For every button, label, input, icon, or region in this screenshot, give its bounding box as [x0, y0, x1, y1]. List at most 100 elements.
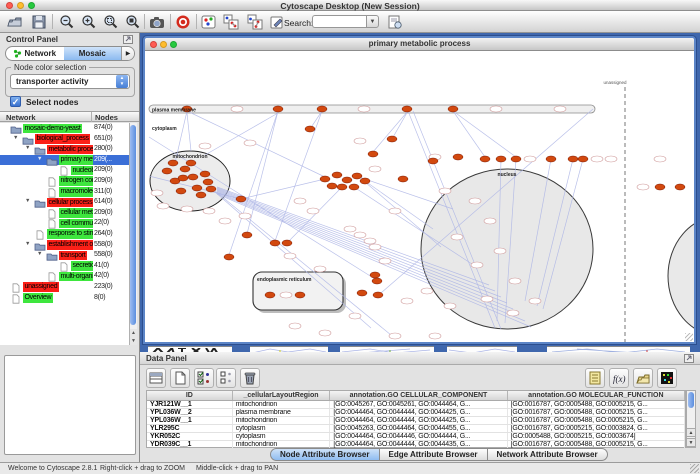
- matrix-icon[interactable]: [657, 368, 677, 388]
- network-node[interactable]: [471, 262, 483, 268]
- selected-network-node[interactable]: [352, 173, 362, 179]
- table-cell[interactable]: YDR039C__1: [147, 441, 233, 448]
- selected-network-node[interactable]: [342, 177, 352, 183]
- selected-network-node[interactable]: [370, 272, 380, 278]
- selected-network-node[interactable]: [186, 160, 196, 166]
- column-network[interactable]: Network: [6, 113, 36, 122]
- network-node[interactable]: [389, 208, 401, 214]
- scroll-down-icon[interactable]: ▼: [129, 337, 137, 345]
- selected-network-node[interactable]: [168, 160, 178, 166]
- network-node[interactable]: [484, 218, 496, 224]
- network-node[interactable]: [637, 184, 649, 190]
- selected-network-node[interactable]: [270, 240, 280, 246]
- table-row[interactable]: YJR121W__1mitochondrion[GO:0045267, GO:0…: [147, 401, 685, 409]
- network-node[interactable]: [284, 253, 296, 259]
- tree-row[interactable]: ▼establishment of lo558(0): [0, 240, 129, 251]
- network-node[interactable]: [181, 206, 193, 212]
- network-edge[interactable]: [453, 111, 516, 157]
- scroll-up-icon[interactable]: ▲: [686, 428, 696, 437]
- disclosure-triangle-icon[interactable]: ▼: [37, 251, 45, 257]
- table-cell[interactable]: [GO:0044464, GO:0044444, GO:0044425, G..…: [330, 409, 507, 416]
- table-cell[interactable]: mitochondrion: [233, 401, 331, 408]
- selected-network-node[interactable]: [372, 278, 382, 284]
- selected-network-node[interactable]: [192, 185, 202, 191]
- network-node[interactable]: [239, 213, 251, 219]
- app-resize-grip[interactable]: [690, 464, 699, 473]
- network-edge[interactable]: [229, 111, 278, 255]
- network-node[interactable]: [469, 198, 481, 204]
- network-window-titlebar[interactable]: primary metabolic process: [145, 38, 694, 51]
- scroll-down-icon[interactable]: ▼: [686, 438, 696, 447]
- open-folder-icon[interactable]: [6, 13, 24, 31]
- selected-network-node[interactable]: [282, 240, 292, 246]
- selected-network-node[interactable]: [242, 232, 252, 238]
- selected-network-node[interactable]: [332, 172, 342, 178]
- selected-network-node[interactable]: [188, 174, 198, 180]
- network-node[interactable]: [389, 333, 401, 339]
- selected-network-node[interactable]: [206, 186, 216, 192]
- more-tabs-icon[interactable]: ▶: [121, 47, 134, 60]
- network-node[interactable]: [354, 138, 366, 144]
- selected-network-node[interactable]: [295, 292, 305, 298]
- tree-scrollbar-thumb[interactable]: [130, 125, 136, 325]
- network-edge[interactable]: [453, 111, 485, 157]
- network-edge[interactable]: [392, 111, 408, 139]
- network-node[interactable]: [319, 330, 331, 336]
- network-node[interactable]: [524, 156, 536, 162]
- tree-row[interactable]: ▼metabolic process280(0): [0, 144, 129, 155]
- selected-network-node[interactable]: [387, 136, 397, 142]
- tab-edge-attribute-browser[interactable]: Edge Attribute Browser: [380, 448, 488, 461]
- network-node[interactable]: [358, 106, 370, 112]
- save-icon[interactable]: [30, 13, 48, 31]
- selected-network-node[interactable]: [568, 156, 578, 162]
- column-header[interactable]: annotation.GO MOLECULAR_FUNCTION: [508, 391, 685, 400]
- tab-network[interactable]: Network: [6, 47, 64, 60]
- network-node[interactable]: [605, 156, 617, 162]
- help-ring-icon[interactable]: [174, 13, 192, 31]
- zoom-fit-icon[interactable]: [124, 13, 142, 31]
- network-node[interactable]: [369, 244, 381, 250]
- network-node[interactable]: [294, 198, 306, 204]
- selected-network-node[interactable]: [402, 106, 412, 112]
- import-attributes-icon[interactable]: [633, 368, 653, 388]
- disclosure-triangle-icon[interactable]: ▼: [37, 156, 45, 162]
- tree-row[interactable]: ▼cellular process614(0): [0, 197, 129, 208]
- selected-network-node[interactable]: [224, 254, 234, 260]
- selected-network-node[interactable]: [428, 158, 438, 164]
- network-node[interactable]: [157, 203, 169, 209]
- selected-network-node[interactable]: [373, 292, 383, 298]
- tree-row[interactable]: multi-organism pro42(0): [0, 271, 129, 282]
- network-node[interactable]: [529, 298, 541, 304]
- float-panel-icon[interactable]: [123, 35, 133, 46]
- selected-network-node[interactable]: [453, 154, 463, 160]
- window-resize-grip[interactable]: [685, 333, 693, 341]
- network-edge[interactable]: [205, 113, 278, 155]
- attribute-table-icon[interactable]: [146, 368, 166, 388]
- network-node[interactable]: [199, 143, 211, 149]
- network-node[interactable]: [554, 106, 566, 112]
- network-node[interactable]: [231, 106, 243, 112]
- table-cell[interactable]: [GO:0016787, GO:0005488, GO:0005215, G..…: [508, 417, 685, 424]
- formula-icon[interactable]: f(x): [609, 368, 629, 388]
- network-node[interactable]: [369, 166, 381, 172]
- network-node[interactable]: [490, 106, 502, 112]
- table-row[interactable]: YKR052Ccytoplasm[GO:0044464, GO:0044446,…: [147, 433, 685, 441]
- tab-network-attribute-browser[interactable]: Network Attribute Browser: [488, 448, 608, 461]
- table-cell[interactable]: [GO:0016787, GO:0005215, GO:0003824, G..…: [508, 425, 685, 432]
- network-node[interactable]: [451, 234, 463, 240]
- disclosure-triangle-icon[interactable]: ▼: [25, 145, 33, 151]
- search-options-icon[interactable]: [386, 13, 404, 31]
- table-cell[interactable]: [GO:0044464, GO:0044444, GO:0044435, G..…: [330, 441, 507, 448]
- new-attribute-icon[interactable]: [170, 368, 190, 388]
- selected-network-node[interactable]: [180, 166, 190, 172]
- tree-row[interactable]: macromolecule311(0): [0, 187, 129, 198]
- tree-row[interactable]: cellular metabo209(0): [0, 208, 129, 219]
- network-merge-icon[interactable]: [222, 13, 240, 31]
- notes-icon[interactable]: [585, 368, 605, 388]
- network-window[interactable]: primary metabolic process: [143, 36, 696, 344]
- delete-attribute-icon[interactable]: [240, 368, 260, 388]
- table-cell[interactable]: [GO:0044464, GO:0044444, GO:0044425, G..…: [330, 417, 507, 424]
- column-header[interactable]: ID: [147, 391, 233, 400]
- network-node[interactable]: [444, 303, 456, 309]
- selected-network-node[interactable]: [368, 151, 378, 157]
